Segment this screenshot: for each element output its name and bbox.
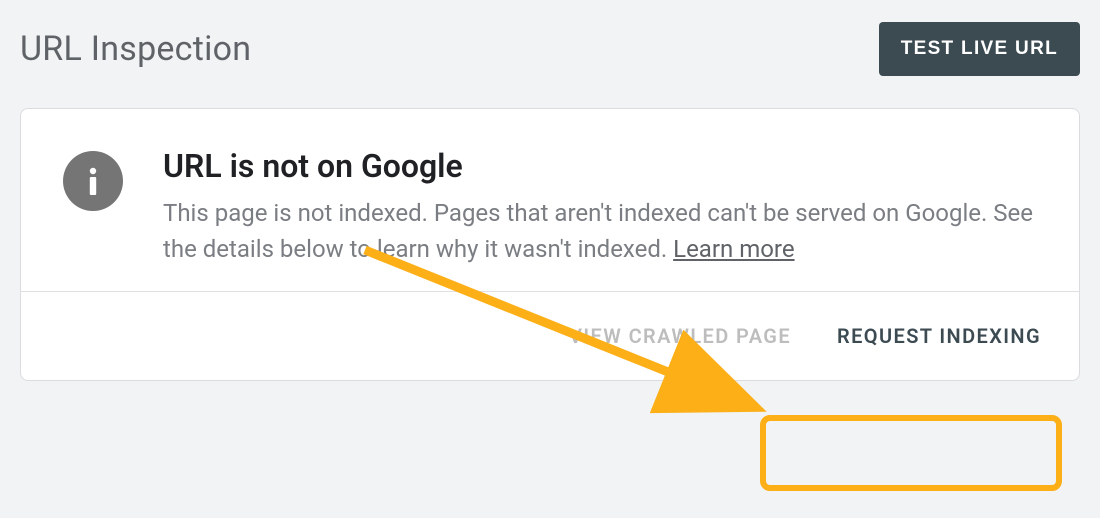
status-description: This page is not indexed. Pages that are… <box>163 195 1037 267</box>
learn-more-link[interactable]: Learn more <box>673 235 794 263</box>
status-description-text: This page is not indexed. Pages that are… <box>163 199 1033 263</box>
request-indexing-button[interactable]: REQUEST INDEXING <box>823 314 1055 358</box>
test-live-url-button[interactable]: TEST LIVE URL <box>879 22 1080 76</box>
status-heading: URL is not on Google <box>163 147 1037 185</box>
status-card: URL is not on Google This page is not in… <box>20 108 1080 381</box>
info-icon <box>63 151 123 211</box>
view-crawled-page-button: VIEW CRAWLED PAGE <box>569 324 791 348</box>
page-title: URL Inspection <box>20 29 251 69</box>
annotation-highlight-box <box>760 415 1062 491</box>
